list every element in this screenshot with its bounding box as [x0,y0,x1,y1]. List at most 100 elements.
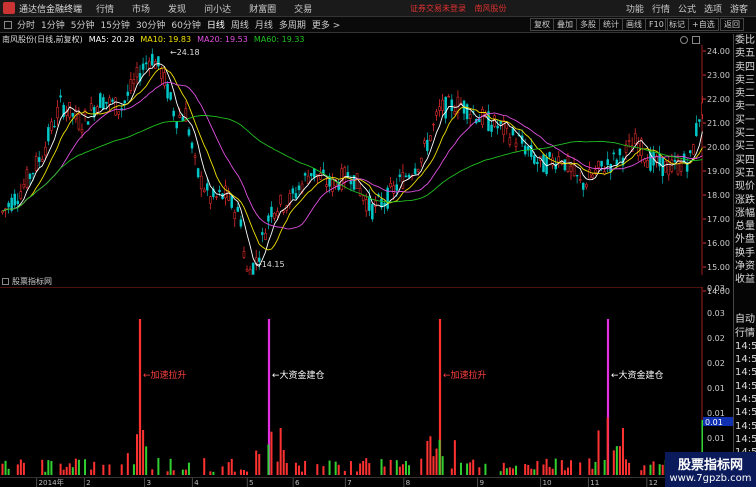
indicator-bar [548,466,551,475]
adjust-button[interactable]: 复权 [530,18,554,31]
indicator-bar [172,470,175,475]
candle-body [190,142,194,149]
signal-label: ←加速拉升 [143,369,187,381]
menu-trade[interactable]: 交易 [294,2,312,15]
candle-body [416,169,420,172]
login-notice[interactable]: 证券交易未登录 南风股份 [410,3,507,14]
tab-60min[interactable]: 60分钟 [171,18,200,31]
indicator-bar [209,471,212,475]
menu-function[interactable]: 功能 [626,2,644,15]
indicator-bar [294,462,297,475]
candle-body [117,111,120,115]
candle-body [129,79,133,91]
candle-body [248,269,252,275]
candle-body [199,175,203,190]
price-tick-label: 17.00 [707,215,730,224]
candle-body [664,160,668,173]
candle-body [264,233,267,240]
sidebar-item: 14:55 [735,340,756,352]
indicator-bar [429,436,432,475]
indicator-bar [579,462,582,475]
candle-body [435,111,438,116]
candle-body [548,152,551,157]
menu-market[interactable]: 市场 [132,2,150,15]
settings-icon[interactable] [680,36,688,44]
menu-formula[interactable]: 公式 [678,2,696,15]
indicator-bar [511,468,514,475]
date-label: 3 [146,478,151,487]
draw-button[interactable]: 画线 [622,18,646,31]
candle-body [627,140,631,142]
candle-body [514,142,518,147]
date-label: 5 [249,478,254,487]
tab-monthly[interactable]: 月线 [255,18,273,31]
date-label: 8 [406,478,411,487]
multi-stock-button[interactable]: 多股 [576,18,600,31]
indicator-bar [267,444,270,475]
user-guest[interactable]: 游客 [730,2,748,15]
mark-button[interactable]: 标记 [665,18,689,31]
tab-more[interactable]: 更多 > [312,18,340,31]
menu-options[interactable]: 选项 [704,2,722,15]
indicator-bar [426,440,429,475]
indicator-bar [169,458,172,475]
candle-body [502,120,506,135]
add-favorite-button[interactable]: +自选 [688,18,719,31]
indicator-bar [65,466,68,475]
candle-body [343,167,347,183]
candle-body [282,210,285,213]
statistics-button[interactable]: 统计 [599,18,623,31]
candle-body [47,127,50,142]
candle-body [123,100,127,104]
indicator-bar [484,463,487,475]
overlay-button[interactable]: 叠加 [553,18,577,31]
watermark-url: www.7gpzb.com [669,473,752,484]
candle-body [294,193,298,199]
tab-daily[interactable]: 日线 [207,18,225,31]
sidebar-item: 外盘 [735,234,755,246]
menu-ask[interactable]: 财富圈 [249,2,276,15]
menu-quote[interactable]: 行情 [652,2,670,15]
indicator-bar [322,466,325,475]
maximize-icon[interactable] [692,36,700,44]
indicator-bar [227,462,230,475]
candle-body [453,111,457,115]
app-logo-icon [3,2,15,14]
layout-icon[interactable] [4,20,12,29]
indicator-bar [469,462,472,475]
candle-body [1,210,4,213]
title-right: 功能 行情 公式 选项 游客 [626,2,756,15]
sidebar-item: 涨幅 [735,207,755,219]
candle-body [407,174,411,178]
candle-body [236,206,240,212]
candle-body [44,146,47,156]
indicator-chart[interactable]: ←加速拉升 ←大资金建仓 ←加速拉升 ←大资金建仓 [0,287,703,477]
menu-news[interactable]: 发现 [168,2,186,15]
tab-1min[interactable]: 1分钟 [41,18,65,31]
indicator-bar [365,458,368,475]
indicator-bar [93,461,96,475]
sidebar-item: 14:56 [735,394,756,406]
indicator-bar [591,468,594,475]
current-value-label: 0.01 [705,418,723,427]
tab-weekly[interactable]: 周线 [231,18,249,31]
indicator-bar [536,461,539,475]
tab-multi-period[interactable]: 多周期 [279,18,306,31]
tab-intraday[interactable]: 分时 [17,18,35,31]
menu-market-quotes[interactable]: 行情 [96,2,114,15]
candle-body [673,159,677,162]
candle-body [99,93,102,108]
indicator-bar [551,468,554,475]
tab-5min[interactable]: 5分钟 [71,18,95,31]
tab-15min[interactable]: 15分钟 [100,18,129,31]
signal-label: ←大资金建仓 [611,369,664,381]
back-button[interactable]: 返回 [720,18,744,31]
menu-discover[interactable]: 问小达 [204,2,231,15]
indicator-icon[interactable] [2,278,9,285]
candle-body [166,83,169,99]
candlestick-chart[interactable]: ←24.18 ←14.15 [0,45,703,275]
indicator-bar [560,460,563,475]
sidebar-item: 买二 [735,128,755,140]
ma-info-bar: 南风股份(日线,前复权) MA5: 20.28 MA10: 19.83 MA20… [0,34,311,45]
tab-30min[interactable]: 30分钟 [136,18,165,31]
